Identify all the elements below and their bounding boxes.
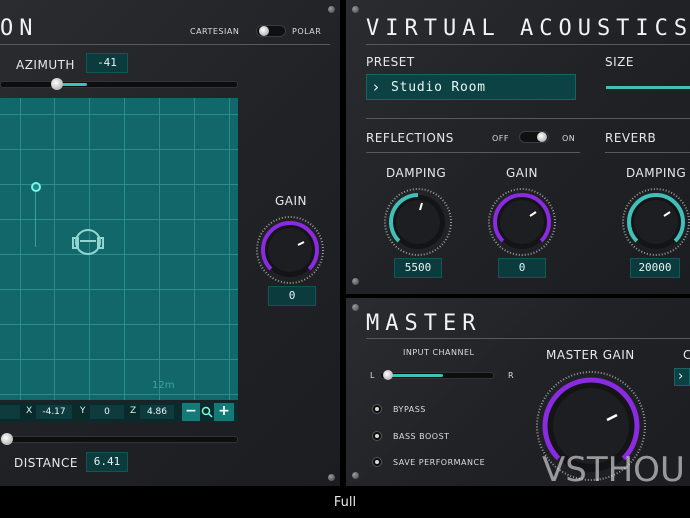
source-track-line [35, 192, 36, 247]
bypass-radio[interactable] [372, 404, 382, 414]
master-right-dropdown[interactable]: › [674, 368, 690, 386]
reflections-damping-value[interactable]: 5500 [394, 258, 442, 278]
cartesian-polar-toggle[interactable] [256, 25, 286, 37]
footer-caption: Full [333, 495, 357, 510]
input-l-label: L [370, 371, 375, 380]
reflections-rule [366, 152, 580, 153]
source-position-handle[interactable] [31, 182, 41, 192]
panel-title: ON [0, 16, 39, 41]
input-r-label: R [508, 371, 515, 380]
magnifier-icon [201, 406, 213, 418]
master-title: MASTER [366, 311, 482, 336]
input-channel-thumb[interactable] [383, 370, 393, 380]
reflections-label: REFLECTIONS [366, 131, 454, 145]
va-title-rule [366, 44, 690, 45]
polar-label: POLAR [292, 27, 322, 36]
y-value[interactable]: 0 [90, 405, 124, 419]
preset-dropdown[interactable]: › Studio Room [366, 74, 576, 100]
azimuth-value[interactable]: -41 [86, 53, 128, 73]
master-gain-label: MASTER GAIN [546, 348, 635, 362]
distance-slider[interactable] [0, 433, 238, 445]
bypass-label: BYPASS [393, 405, 426, 414]
reverb-damping-knob[interactable] [620, 186, 690, 258]
screw [352, 304, 359, 311]
spatializer-panel: ON CARTESIAN POLAR AZIMUTH -41 12m X -4.… [0, 0, 340, 486]
input-channel-label: INPUT CHANNEL [403, 348, 475, 357]
master-right-fragment: C [683, 348, 690, 362]
master-title-rule [366, 338, 690, 339]
z-value[interactable]: 4.86 [140, 405, 174, 419]
cartesian-label: CARTESIAN [190, 27, 240, 36]
vsthouse-watermark: VSTHOU [542, 450, 685, 490]
title-rule [0, 44, 330, 45]
screw [352, 472, 359, 479]
size-slider[interactable] [606, 86, 690, 89]
azimuth-slider[interactable] [0, 78, 238, 90]
reflections-off-label: OFF [492, 134, 509, 143]
x-label: X [26, 406, 33, 416]
preset-value: Studio Room [391, 80, 486, 95]
listener-head-icon [72, 229, 104, 255]
virtual-acoustics-title: VIRTUAL ACOUSTICS [366, 16, 690, 41]
azimuth-slider-thumb[interactable] [51, 78, 63, 90]
reflections-gain-knob[interactable] [486, 186, 558, 258]
save-performance-label: SAVE PERFORMANCE [393, 458, 486, 467]
preset-label: PRESET [366, 55, 415, 69]
gain-knob[interactable] [254, 214, 326, 286]
z-label: Z [130, 406, 137, 416]
zoom-in-button[interactable]: + [214, 403, 234, 421]
reflections-on-label: ON [562, 134, 576, 143]
gain-value[interactable]: 0 [268, 286, 316, 306]
distance-slider-thumb[interactable] [1, 433, 13, 445]
screw [352, 6, 359, 13]
grid-scale-label: 12m [152, 380, 175, 391]
reverb-damping-label: DAMPING [626, 166, 687, 180]
save-performance-radio[interactable] [372, 457, 382, 467]
azimuth-label: AZIMUTH [16, 58, 75, 72]
bass-boost-radio[interactable] [372, 431, 382, 441]
x-value[interactable]: -4.17 [36, 405, 72, 419]
position-grid[interactable]: 12m [0, 98, 238, 400]
distance-value[interactable]: 6.41 [86, 452, 128, 472]
input-channel-fill [389, 374, 443, 377]
zoom-out-button[interactable]: − [182, 403, 200, 421]
coord-extra-field [0, 405, 20, 419]
reflections-damping-knob[interactable] [382, 186, 454, 258]
reflections-toggle[interactable] [519, 131, 549, 143]
reverb-label: REVERB [605, 131, 657, 145]
reflections-damping-label: DAMPING [386, 166, 447, 180]
reverb-rule [605, 152, 690, 153]
distance-label: DISTANCE [14, 456, 78, 470]
screw [328, 6, 335, 13]
reverb-damping-value[interactable]: 20000 [630, 258, 680, 278]
preset-rule [366, 118, 690, 119]
coordinate-bar: X -4.17 Y 0 Z 4.86 − + [0, 402, 238, 422]
chevron-right-icon: › [373, 78, 379, 96]
y-label: Y [80, 406, 86, 416]
reflections-gain-value[interactable]: 0 [498, 258, 546, 278]
gain-label: GAIN [275, 194, 308, 208]
size-label: SIZE [605, 55, 634, 69]
reflections-gain-label: GAIN [506, 166, 539, 180]
screw [328, 474, 335, 481]
screw [352, 278, 359, 285]
bass-boost-label: BASS BOOST [393, 432, 450, 441]
footer-bar: Full [0, 488, 690, 518]
input-channel-slider[interactable] [380, 370, 494, 380]
